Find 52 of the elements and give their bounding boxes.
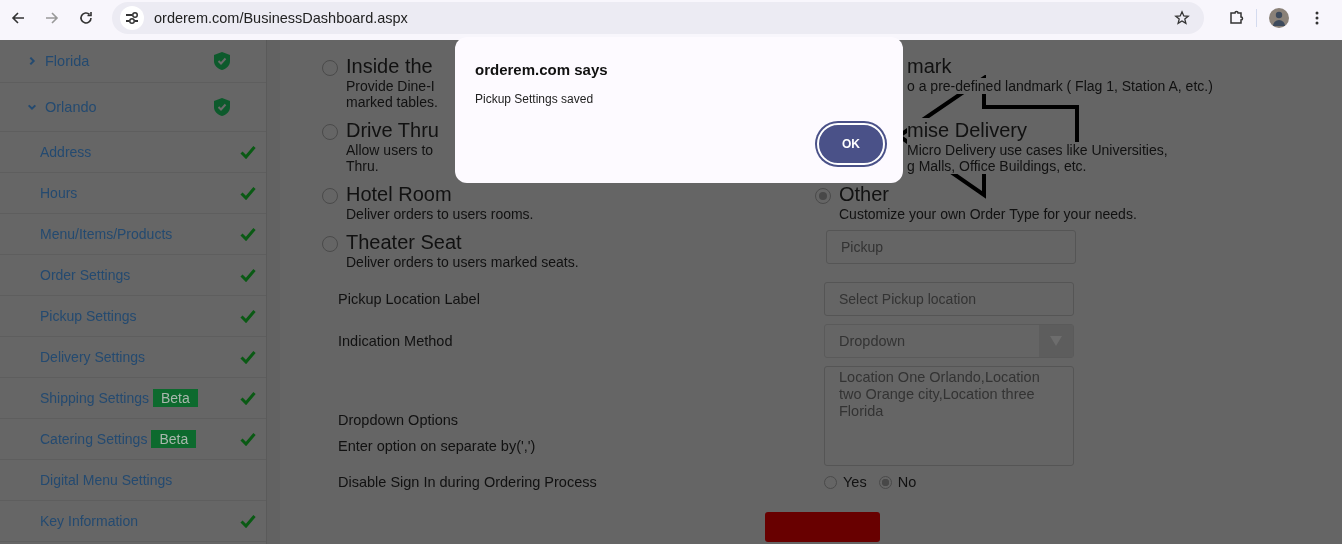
extensions-icon[interactable] <box>1228 10 1244 26</box>
location-item[interactable]: Orlando <box>0 83 266 132</box>
option-title: Drive Thru <box>346 118 439 142</box>
forward-icon[interactable] <box>44 10 60 26</box>
field-label: Disable Sign In during Ordering Process <box>338 474 598 490</box>
bookmark-star-icon[interactable] <box>1174 10 1190 26</box>
sidebar-item[interactable]: Hours <box>0 173 266 214</box>
beta-badge: Beta <box>151 430 197 448</box>
beta-badge: Beta <box>152 389 198 407</box>
sidebar-item[interactable]: Shipping Settings Beta <box>0 378 266 419</box>
option-title: Inside the <box>346 54 434 78</box>
address-bar[interactable]: orderem.com/BusinessDashboard.aspx <box>112 2 1204 34</box>
option-title: mise Delivery <box>907 118 1028 142</box>
option-description: Thru. <box>346 158 380 174</box>
option-description: Deliver orders to users rooms. <box>346 206 534 222</box>
option-title: Theater Seat <box>346 230 463 254</box>
field-label: Pickup Location Label <box>338 291 481 307</box>
sidebar-item[interactable]: Menu/Items/Products <box>0 214 266 255</box>
option-description: marked tables. <box>346 94 438 110</box>
option-description: Customize your own Order Type for your needs. <box>839 206 1137 222</box>
radio-button[interactable] <box>878 475 892 489</box>
field-hint: Enter option on separate by(',') <box>338 438 537 454</box>
option-description: Provide Dine-I <box>346 78 436 94</box>
option-description: Allow users to <box>346 142 435 158</box>
option-description: Deliver orders to users marked seats. <box>346 254 579 270</box>
back-icon[interactable] <box>10 10 26 26</box>
sidebar-item[interactable]: Key Information <box>0 501 266 542</box>
avatar-icon[interactable] <box>1269 8 1289 28</box>
field-label: Dropdown Options <box>338 412 460 428</box>
dialog-title: orderem.com says <box>475 61 609 78</box>
option-description: g Malls, Office Buildings, etc. <box>907 158 1087 174</box>
option-title: Hotel Room <box>346 182 453 206</box>
sidebar-item[interactable]: Pickup Settings <box>0 296 266 337</box>
sidebar-item[interactable]: Order Settings <box>0 255 266 296</box>
reload-icon[interactable] <box>78 10 94 26</box>
field-label: Indication Method <box>338 333 454 349</box>
option-description: Micro Delivery use cases like Universities, <box>907 142 1168 158</box>
sidebar-item[interactable]: Digital Menu Settings <box>0 460 266 501</box>
radio-label: No <box>897 474 917 490</box>
radio-label: Yes <box>843 474 867 490</box>
url-text: orderem.com/BusinessDashboard.aspx <box>154 10 409 26</box>
menu-icon[interactable] <box>1315 10 1319 26</box>
location-item[interactable]: Florida <box>0 40 266 83</box>
dialog-message: Pickup Settings saved <box>475 92 595 106</box>
ok-button[interactable]: OK <box>817 123 885 165</box>
option-title: Other <box>839 182 891 206</box>
site-settings-icon[interactable] <box>120 6 144 30</box>
sidebar-item[interactable]: Address <box>0 132 266 173</box>
chevron-right-icon <box>27 55 37 67</box>
sidebar-item[interactable]: Delivery Settings <box>0 337 266 378</box>
option-description: o a pre-defined landmark ( Flag 1, Station A, etc.) <box>907 78 1213 94</box>
sidebar-item[interactable]: Catering Settings Beta <box>0 419 266 460</box>
